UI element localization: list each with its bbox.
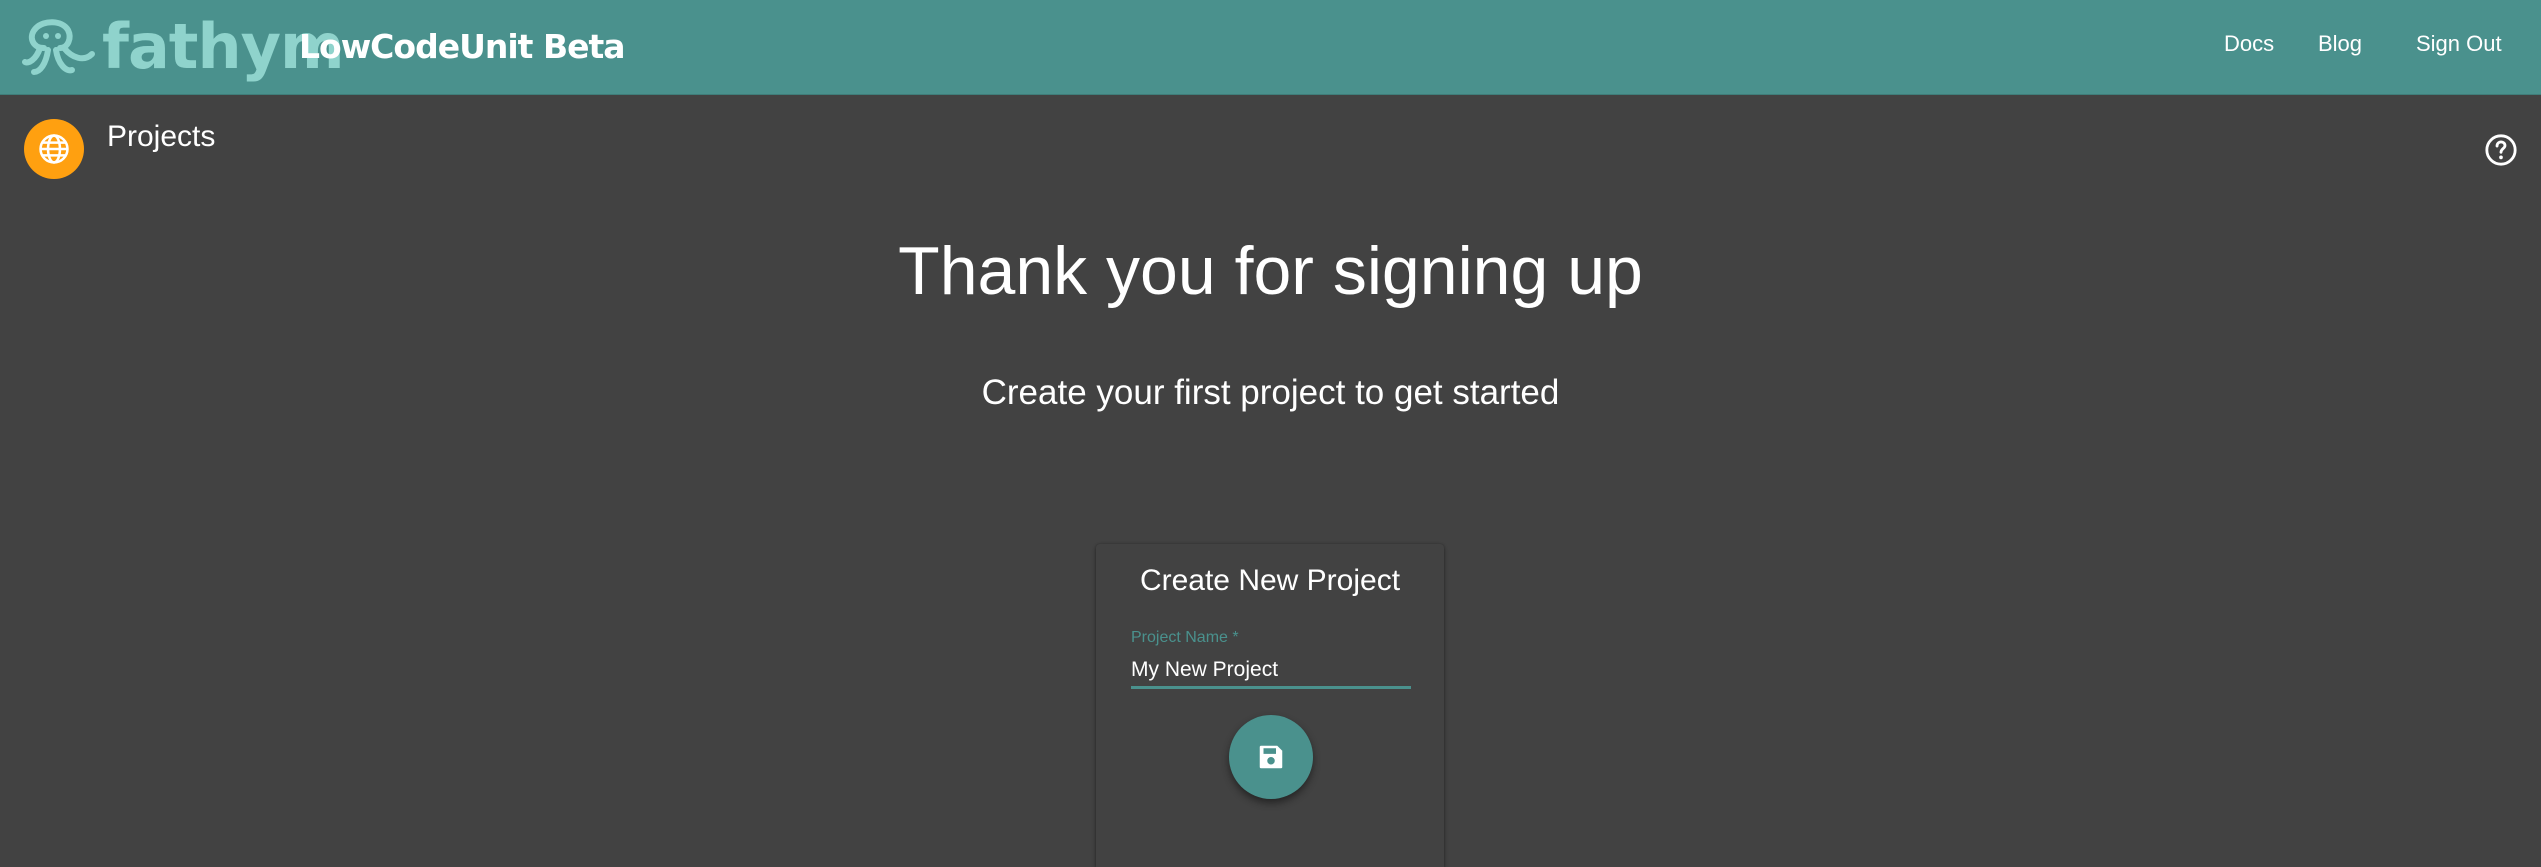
required-asterisk: * (1232, 629, 1239, 646)
projects-avatar (24, 119, 84, 179)
nav-sign-out-link[interactable]: Sign Out (2416, 31, 2502, 57)
project-name-label-text: Project Name (1131, 629, 1228, 646)
hero-title: Thank you for signing up (898, 233, 1643, 309)
save-project-button[interactable] (1229, 715, 1313, 799)
save-icon (1259, 745, 1283, 769)
page-title: Projects (107, 120, 216, 153)
app-title: LowCodeUnit Beta (299, 27, 626, 66)
project-name-label: Project Name * (1131, 629, 1239, 647)
card-title: Create New Project (1139, 564, 1401, 597)
hero-subtitle: Create your first project to get started (981, 373, 1560, 412)
project-name-input[interactable] (1131, 654, 1411, 689)
globe-icon (39, 134, 69, 164)
nav-docs-link[interactable]: Docs (2224, 31, 2274, 57)
create-project-card: Create New Project Project Name * (1096, 544, 1444, 867)
fathym-logo[interactable]: fathym (22, 14, 345, 80)
top-app-bar: fathym LowCodeUnit Beta Docs Blog Sign O… (0, 0, 2541, 95)
nav-blog-link[interactable]: Blog (2318, 31, 2362, 57)
octopus-logo-icon (22, 19, 95, 75)
help-circle-icon[interactable] (2484, 133, 2518, 167)
